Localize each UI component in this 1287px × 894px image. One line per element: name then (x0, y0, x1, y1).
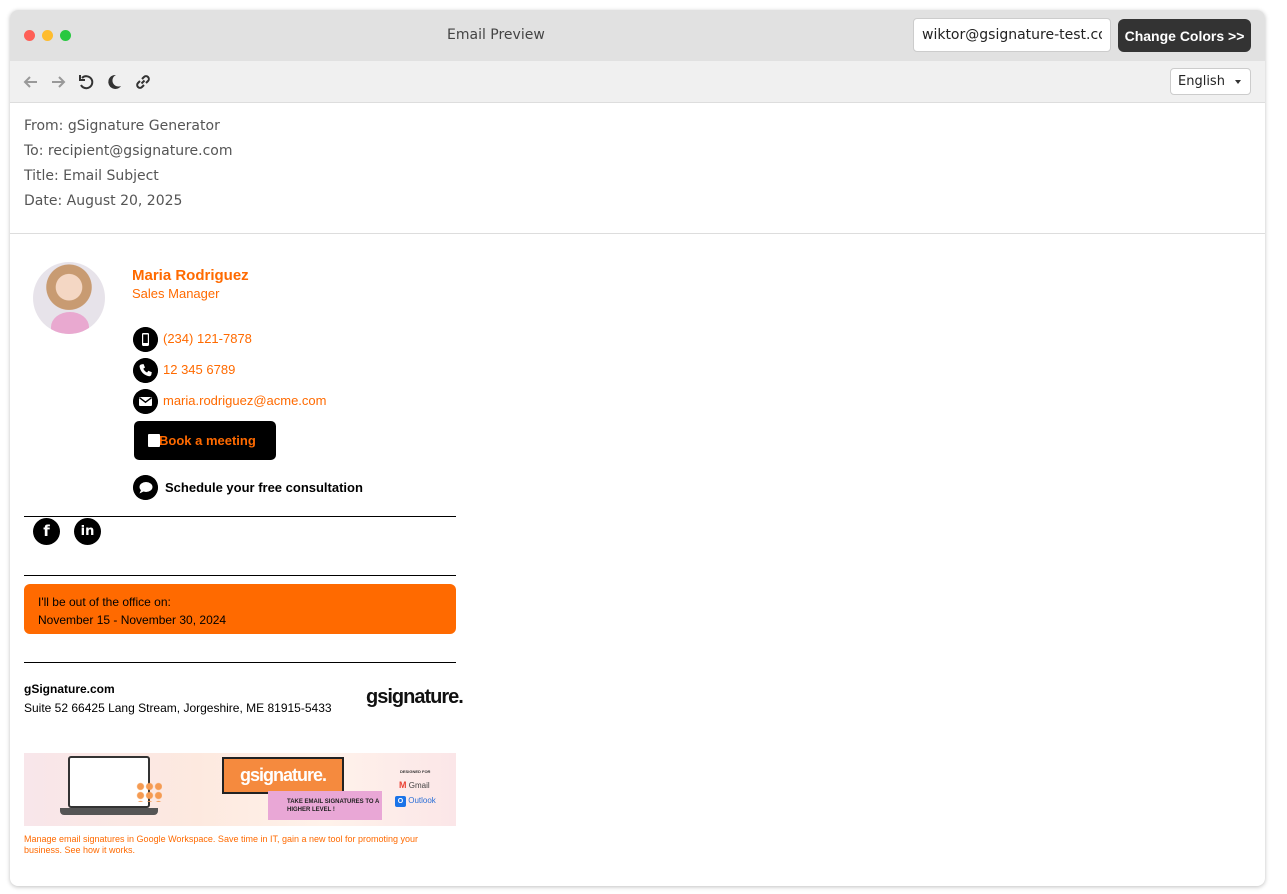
link-icon[interactable] (134, 73, 152, 91)
envelope-icon (133, 389, 158, 414)
header-from: From: gSignature Generator (24, 118, 220, 134)
linkedin-icon[interactable]: in (74, 518, 101, 545)
company-address: Suite 52 66425 Lang Stream, Jorgeshire, … (24, 701, 332, 715)
calendar-icon (148, 434, 160, 447)
book-meeting-button[interactable]: Book a meeting (134, 421, 276, 460)
out-of-office-line2: November 15 - November 30, 2024 (38, 613, 227, 627)
title-bar: Email Preview Change Colors >> (10, 10, 1265, 61)
outlook-label: Outlook (408, 796, 436, 805)
divider (24, 575, 456, 576)
laptop-base (60, 808, 158, 815)
promo-banner[interactable]: gsignature. TAKE EMAIL SIGNATURES TO A H… (24, 753, 456, 826)
phone-number[interactable]: 12 345 6789 (163, 362, 235, 377)
chevron-down-icon (1235, 80, 1241, 84)
divider (24, 516, 456, 517)
undo-icon[interactable] (77, 73, 95, 91)
window-title: Email Preview (447, 27, 545, 43)
banner-brand: gsignature. (222, 757, 344, 794)
moon-icon[interactable] (105, 73, 123, 91)
header-date: Date: August 20, 2025 (24, 193, 183, 209)
outlook-icon: O (395, 796, 406, 807)
minimize-window-button[interactable] (42, 30, 53, 41)
gmail-label: Gmail (408, 781, 430, 790)
change-colors-button[interactable]: Change Colors >> (1118, 19, 1251, 52)
gsignature-logo: gsignature. (366, 686, 464, 708)
schedule-consultation-text[interactable]: Schedule your free consultation (165, 480, 363, 495)
divider (24, 662, 456, 663)
preview-toolbar: English (10, 61, 1265, 103)
banner-designed-for: DESIGNED FOR (400, 769, 431, 774)
language-select-value: English (1178, 74, 1225, 89)
language-select[interactable]: English (1170, 68, 1251, 95)
facebook-icon[interactable]: f (33, 518, 60, 545)
chat-bubble-icon (133, 475, 158, 500)
forward-arrow-icon[interactable] (49, 73, 67, 91)
book-meeting-label: Book a meeting (159, 433, 256, 448)
out-of-office-line1: I'll be out of the office on: (38, 595, 171, 609)
header-to: To: recipient@gsignature.com (24, 143, 233, 159)
signature-name: Maria Rodriguez (132, 267, 249, 284)
signature-role: Sales Manager (132, 286, 220, 301)
back-arrow-icon[interactable] (22, 73, 40, 91)
promo-note[interactable]: Manage email signatures in Google Worksp… (24, 834, 456, 856)
gmail-badge: M Gmail (399, 780, 430, 790)
outlook-badge: O Outlook (395, 796, 436, 807)
dots-decoration (136, 782, 162, 802)
close-window-button[interactable] (24, 30, 35, 41)
email-address[interactable]: maria.rodriguez@acme.com (163, 393, 326, 408)
avatar (33, 262, 105, 334)
maximize-window-button[interactable] (60, 30, 71, 41)
email-headers: From: gSignature Generator To: recipient… (24, 118, 233, 218)
out-of-office-banner: I'll be out of the office on: November 1… (24, 584, 456, 634)
phone-icon (133, 358, 158, 383)
sender-email-input[interactable] (913, 18, 1111, 52)
header-divider (10, 233, 1265, 234)
banner-tagline: TAKE EMAIL SIGNATURES TO A HIGHER LEVEL … (268, 791, 382, 820)
company-name: gSignature.com (24, 682, 115, 696)
mobile-phone-icon (133, 327, 158, 352)
header-title: Title: Email Subject (24, 168, 159, 184)
mobile-number[interactable]: (234) 121-7878 (163, 331, 252, 346)
email-preview-window: Email Preview Change Colors >> English F… (10, 10, 1265, 886)
gmail-icon: M (399, 780, 407, 790)
